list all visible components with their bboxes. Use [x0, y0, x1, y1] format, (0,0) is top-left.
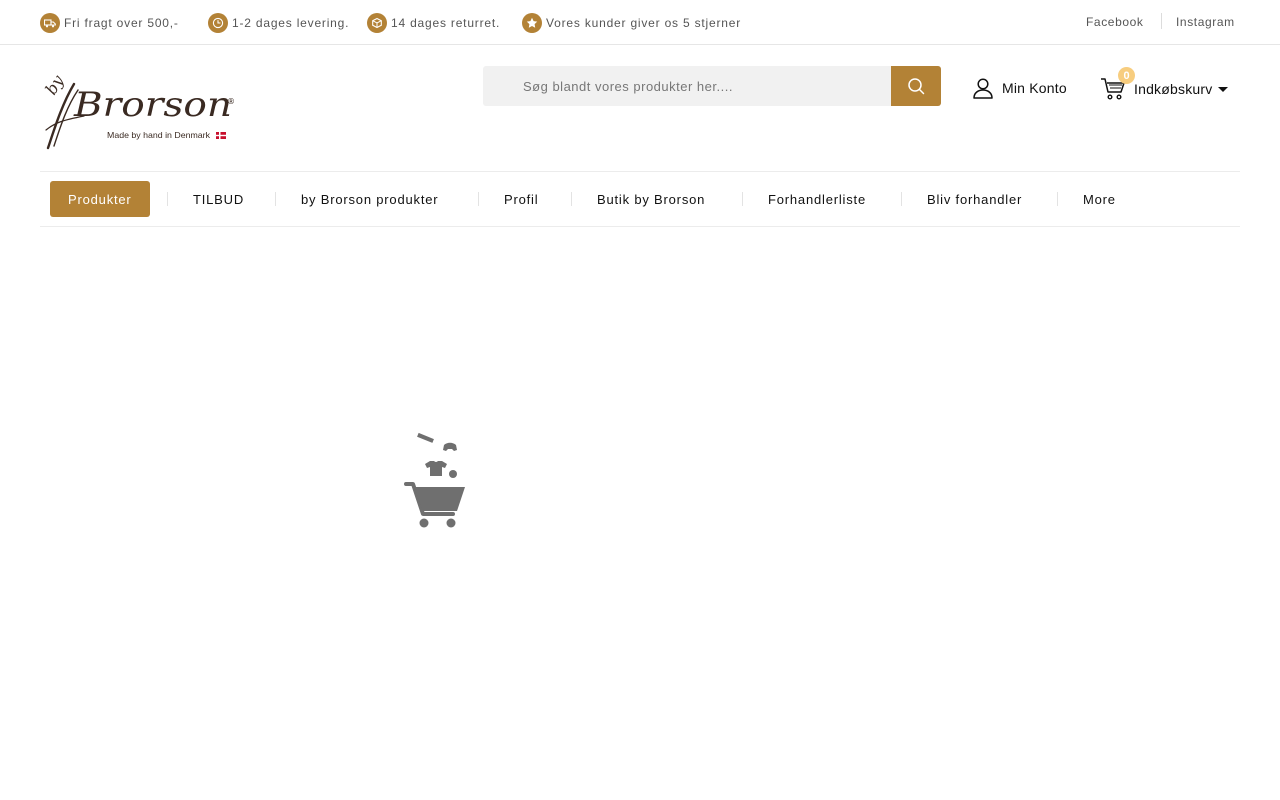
- search-input[interactable]: [483, 66, 891, 106]
- nav-divider: [275, 192, 276, 206]
- usp-label: 1-2 dages levering.: [232, 16, 350, 30]
- nav-item-tilbud[interactable]: TILBUD: [193, 181, 244, 217]
- logo-registered-mark: ®: [227, 97, 235, 106]
- account-label: Min Konto: [1002, 80, 1067, 96]
- usp-rating: Vores kunder giver os 5 stjerner: [522, 13, 741, 33]
- search-button[interactable]: [891, 66, 941, 106]
- account-link[interactable]: Min Konto: [972, 76, 1067, 100]
- nav-divider: [167, 192, 168, 206]
- nav-item-bliv-forhandler[interactable]: Bliv forhandler: [927, 181, 1022, 217]
- nav-divider: [478, 192, 479, 206]
- brand-logo[interactable]: by Brorson ® Made by hand in Denmark: [41, 70, 240, 152]
- usp-free-shipping: Fri fragt over 500,-: [40, 13, 179, 33]
- nav-divider: [571, 192, 572, 206]
- usp-label: Vores kunder giver os 5 stjerner: [546, 16, 742, 30]
- logo-prefix: by: [44, 71, 68, 98]
- nav-divider: [901, 192, 902, 206]
- truck-icon: [40, 13, 60, 33]
- nav-item-butik[interactable]: Butik by Brorson: [597, 181, 705, 217]
- cart-button[interactable]: 0 Indkøbskurv: [1100, 67, 1229, 104]
- logo-tagline: Made by hand in Denmark: [107, 131, 211, 140]
- nav-divider: [1057, 192, 1058, 206]
- logo-word: Brorson: [73, 85, 232, 125]
- top-bar: Fri fragt over 500,- 1-2 dages levering.…: [0, 0, 1280, 45]
- nav-item-produkter[interactable]: Produkter: [50, 181, 150, 217]
- usp-returns: 14 dages returret.: [367, 13, 500, 33]
- main-nav: Produkter TILBUD by Brorson produkter Pr…: [40, 171, 1240, 227]
- usp-label: 14 dages returret.: [391, 16, 501, 30]
- nav-divider: [742, 192, 743, 206]
- nav-item-forhandlerliste[interactable]: Forhandlerliste: [768, 181, 866, 217]
- nav-item-by-brorson-produkter[interactable]: by Brorson produkter: [301, 181, 438, 217]
- chevron-down-icon: [1218, 86, 1229, 92]
- search-bar: [483, 66, 941, 106]
- search-icon: [908, 78, 925, 95]
- divider: [1161, 13, 1162, 29]
- usp-label: Fri fragt over 500,-: [64, 16, 179, 30]
- nav-item-profil[interactable]: Profil: [504, 181, 538, 217]
- danish-flag-icon: [216, 132, 226, 139]
- box-icon: [367, 13, 387, 33]
- user-icon: [973, 78, 993, 99]
- nav-item-more[interactable]: More: [1083, 181, 1116, 217]
- cart-label: Indkøbskurv: [1134, 81, 1213, 97]
- shopping-cart-loading-icon: [402, 430, 468, 530]
- usp-delivery: 1-2 dages levering.: [208, 13, 349, 33]
- facebook-link[interactable]: Facebook: [1086, 15, 1144, 29]
- cart-count-badge: 0: [1118, 67, 1135, 84]
- instagram-link[interactable]: Instagram: [1176, 15, 1235, 29]
- star-icon: [522, 13, 542, 33]
- clock-icon: [208, 13, 228, 33]
